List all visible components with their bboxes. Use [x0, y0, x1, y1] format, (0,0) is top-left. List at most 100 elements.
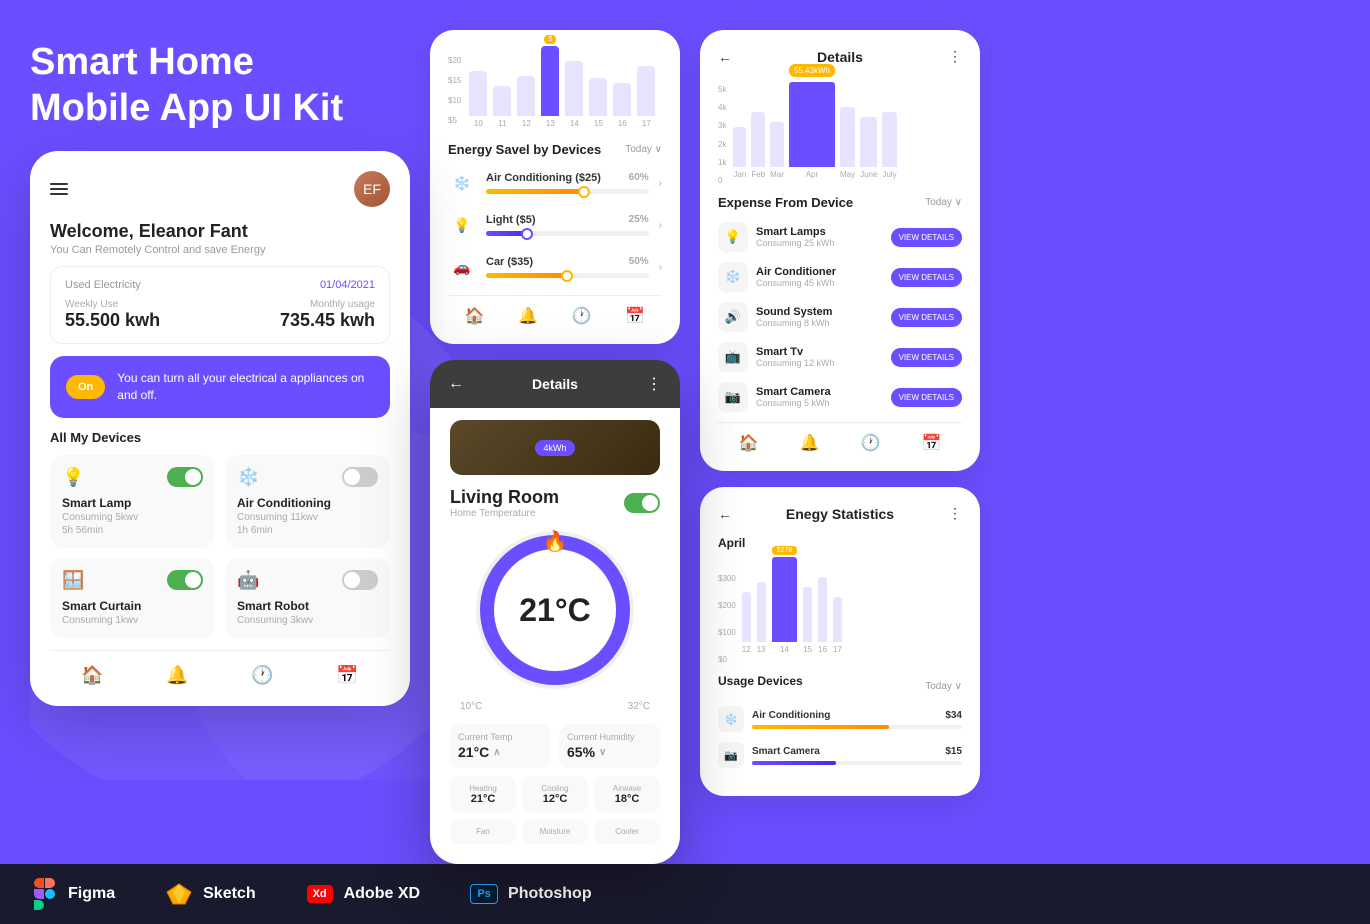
- tv-icon: 📺: [718, 342, 748, 372]
- ac-view-btn[interactable]: VIEW DETAILS: [891, 268, 962, 287]
- energy-saved-title: Energy Savel by Devices: [448, 142, 601, 157]
- xd-logo: Xd: [306, 880, 334, 908]
- living-room-title: Living Room: [450, 487, 559, 508]
- stats-period: April: [718, 536, 962, 550]
- usage-ac-icon: ❄️: [718, 706, 744, 732]
- energy-ac-pct: 60%: [629, 172, 649, 184]
- avatar: EF: [354, 171, 390, 207]
- electricity-date: 01/04/2021: [320, 279, 375, 291]
- energy-car-icon: 🚗: [448, 253, 476, 281]
- expense-title: Expense From Device: [718, 195, 853, 210]
- device-card-robot: 🤖 Smart Robot Consuming 3kwv: [225, 558, 390, 638]
- stats-title: Enegy Statistics: [786, 506, 894, 522]
- figma-tool: Figma: [30, 880, 115, 908]
- robot-toggle[interactable]: [342, 570, 378, 590]
- stats-back-icon[interactable]: ←: [718, 506, 732, 522]
- mid-nav-clock[interactable]: 🕐: [572, 306, 592, 326]
- kwh-badge: 55.43kWh: [789, 64, 835, 77]
- living-room-sub: Home Temperature: [450, 508, 559, 519]
- right-nav-clock[interactable]: 🕐: [861, 433, 881, 453]
- cam-view-btn[interactable]: VIEW DETAILS: [891, 388, 962, 407]
- energy-car-pct: 50%: [629, 256, 649, 268]
- usage-cam-amount: $15: [945, 746, 962, 757]
- temp-indicator-icon: 🔥: [543, 529, 568, 554]
- lamp-toggle[interactable]: [167, 467, 203, 487]
- mid-nav-bell[interactable]: 🔔: [518, 306, 538, 326]
- ps-logo: Ps: [470, 880, 498, 908]
- details-dots-icon[interactable]: ⋮: [948, 48, 962, 65]
- lamps-view-btn[interactable]: VIEW DETAILS: [891, 228, 962, 247]
- energy-today[interactable]: Today ∨: [625, 144, 662, 155]
- dark-thermostat-card: ← Details ⋮ 4kWh Living Room Home Temper…: [430, 360, 680, 864]
- car-chevron: ›: [659, 262, 662, 273]
- expense-row-cam: 📷 Smart Camera Consuming 5 kWh VIEW DETA…: [718, 382, 962, 412]
- curtain-name: Smart Curtain: [62, 599, 203, 613]
- monthly-label: Monthly usage: [280, 299, 375, 310]
- mid-nav-cal[interactable]: 📅: [625, 306, 645, 326]
- nav-home-icon[interactable]: 🏠: [81, 665, 103, 686]
- usage-cam-name: Smart Camera: [752, 746, 820, 757]
- usage-today[interactable]: Today ∨: [925, 681, 962, 692]
- energy-stats-card: ← Enegy Statistics ⋮ April $300 $200 $10…: [700, 487, 980, 796]
- phone-mockup: EF Welcome, Eleanor Fant You Can Remotel…: [30, 151, 410, 706]
- figma-logo: [30, 880, 58, 908]
- sound-icon: 🔊: [718, 302, 748, 332]
- moisture-mode: Moisture: [522, 819, 588, 844]
- usage-row-ac: ❄️ Air Conditioning $34: [718, 706, 962, 732]
- sound-name: Sound System: [756, 306, 883, 318]
- heating-mode: Heating 21°C: [450, 776, 516, 813]
- device-card-ac: ❄️ Air Conditioning Consuming 11kwv 1h 6…: [225, 455, 390, 548]
- curtain-toggle[interactable]: [167, 570, 203, 590]
- stats-dots-icon[interactable]: ⋮: [948, 505, 962, 522]
- sketch-label: Sketch: [203, 885, 255, 903]
- back-icon[interactable]: ←: [448, 375, 464, 393]
- sound-view-btn[interactable]: VIEW DETAILS: [891, 308, 962, 327]
- energy-car-name: Car ($35): [486, 256, 533, 268]
- expense-row-tv: 📺 Smart Tv Consuming 12 kWh VIEW DETAILS: [718, 342, 962, 372]
- mid-nav-home[interactable]: 🏠: [465, 306, 485, 326]
- ac-toggle[interactable]: [342, 467, 378, 487]
- hamburger-menu[interactable]: [50, 180, 68, 198]
- lamps-icon: 💡: [718, 222, 748, 252]
- ac-info2: 1h 6min: [237, 525, 378, 536]
- nav-bell-icon[interactable]: 🔔: [166, 665, 188, 686]
- right-nav-bell[interactable]: 🔔: [800, 433, 820, 453]
- hero-title: Smart Home Mobile App UI Kit: [30, 40, 410, 131]
- details-dark-title: Details: [532, 376, 578, 392]
- curtain-icon: 🪟: [62, 570, 84, 591]
- ac-info1: Consuming 11kwv: [237, 512, 378, 523]
- expense-ac-sub: Consuming 45 kWh: [756, 278, 883, 288]
- cooler-mode: Cooler: [594, 819, 660, 844]
- devices-title: All My Devices: [50, 430, 390, 445]
- dots-menu-icon[interactable]: ⋮: [646, 374, 662, 394]
- electricity-label: Used Electricity: [65, 279, 141, 291]
- expense-row-ac: ❄️ Air Conditioner Consuming 45 kWh VIEW…: [718, 262, 962, 292]
- right-nav-cal[interactable]: 📅: [922, 433, 942, 453]
- energy-light-pct: 25%: [629, 214, 649, 226]
- monthly-value: 735.45 kwh: [280, 310, 375, 330]
- ac-dark-badge: 4kWh: [535, 440, 574, 456]
- living-room-toggle[interactable]: [624, 493, 660, 513]
- robot-info: Consuming 3kwv: [237, 615, 378, 626]
- back-details-icon[interactable]: ←: [718, 49, 732, 65]
- weekly-label: Weekly Use: [65, 299, 160, 310]
- banner-text: You can turn all your electrical a appli…: [117, 370, 374, 404]
- robot-icon: 🤖: [237, 570, 259, 591]
- expense-row-lamps: 💡 Smart Lamps Consuming 25 kWh VIEW DETA…: [718, 222, 962, 252]
- tv-view-btn[interactable]: VIEW DETAILS: [891, 348, 962, 367]
- bottom-bar: Figma Sketch Xd Adobe XD Ps Photoshop: [0, 864, 1370, 924]
- lamps-name: Smart Lamps: [756, 226, 883, 238]
- curtain-info: Consuming 1kwv: [62, 615, 203, 626]
- sketch-logo: [165, 880, 193, 908]
- xd-label: Adobe XD: [344, 885, 420, 903]
- nav-clock-icon[interactable]: 🕐: [251, 665, 273, 686]
- right-nav-home[interactable]: 🏠: [739, 433, 759, 453]
- airwave-mode: Airwave 18°C: [594, 776, 660, 813]
- details-card: ← Details ⋮ 5k 4k 3k 2k 1k 0 Jan: [700, 30, 980, 471]
- expense-today[interactable]: Today ∨: [925, 197, 962, 208]
- energy-saved-card: $20 $15 $10 $5 10 11 12 $ 13: [430, 30, 680, 344]
- on-badge[interactable]: On: [66, 375, 105, 399]
- thermostat-ring: 🔥 21°C: [480, 535, 630, 685]
- device-card-lamp: 💡 Smart Lamp Consuming 5kwv 5h 56min: [50, 455, 215, 548]
- nav-calendar-icon[interactable]: 📅: [336, 665, 358, 686]
